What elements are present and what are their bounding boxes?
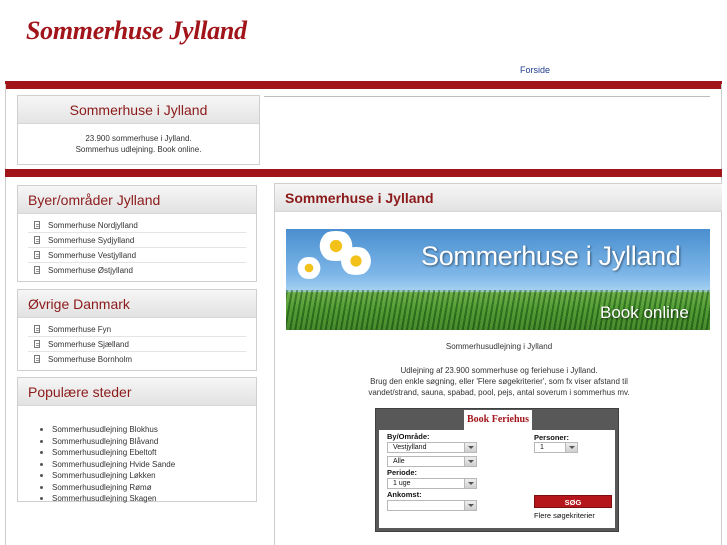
subarea-select-value: Alle: [393, 458, 405, 465]
popular-link[interactable]: Sommerhusudlejning Skagen: [52, 494, 157, 503]
persons-select-value: 1: [540, 444, 544, 451]
sidebar-popular-box: Populære steder Sommerhusudlejning Blokh…: [17, 377, 257, 503]
bullet-icon: [40, 439, 43, 443]
main-content: Sommerhuse i Jylland Sommerhuse i Jyllan…: [274, 183, 722, 545]
caption: Sommerhusudlejning i Jylland: [445, 342, 553, 351]
description-line-3: vandet/strand, sauna, spabad, pool, pejs…: [368, 388, 630, 397]
persons-label: Personer:: [534, 433, 570, 442]
chevron-down-icon: [464, 443, 476, 452]
bullet-icon: [40, 485, 43, 489]
sidebar-denmark-title: Øvrige Danmark: [18, 290, 256, 318]
list-item[interactable]: Sommerhusudlejning Hvide Sande: [40, 459, 246, 471]
sidebar-item-sjaelland[interactable]: Sommerhuse Sjælland: [28, 337, 246, 352]
sidebar-regions-box: Byer/områder Jylland Sommerhuse Nordjyll…: [17, 185, 257, 282]
more-criteria-link[interactable]: Flere søgekriterier: [534, 511, 595, 520]
chevron-down-icon: [464, 479, 476, 488]
intro-box: Sommerhuse i Jylland 23.900 sommerhuse i…: [17, 95, 260, 165]
search-button[interactable]: SØG: [534, 495, 612, 508]
site-header: Sommerhuse Jylland Forside: [0, 0, 727, 80]
list-item[interactable]: Sommerhusudlejning Rømø: [40, 482, 246, 494]
bullet-icon: [40, 451, 43, 454]
sidebar-item-label[interactable]: Sommerhuse Vestjylland: [48, 251, 136, 260]
area-select-value: Vestjylland: [393, 444, 427, 451]
page-title: Sommerhuse i Jylland: [275, 184, 722, 212]
popular-link[interactable]: Sommerhusudlejning Hvide Sande: [52, 460, 175, 469]
intro-text: 23.900 sommerhuse i Jylland. Sommerhus u…: [18, 124, 259, 155]
sidebar-item-nordjylland[interactable]: Sommerhuse Nordjylland: [28, 218, 246, 233]
chevron-down-icon: [565, 443, 577, 452]
area-select[interactable]: Vestjylland: [387, 442, 477, 453]
arrival-label: Ankomst:: [387, 490, 422, 499]
document-icon: [34, 251, 40, 259]
sidebar-item-label[interactable]: Sommerhuse Bornholm: [48, 355, 132, 364]
booking-widget: Book Feriehus By/Område: Vestjylland All…: [375, 408, 619, 532]
subarea-select[interactable]: Alle: [387, 456, 477, 467]
sidebar-item-label[interactable]: Sommerhuse Nordjylland: [48, 221, 138, 230]
sidebar-item-fyn[interactable]: Sommerhuse Fyn: [28, 322, 246, 337]
popular-link[interactable]: Sommerhusudlejning Blåvand: [52, 437, 158, 446]
arrival-select[interactable]: [387, 500, 477, 511]
intro-line-1: 23.900 sommerhuse i Jylland.: [85, 134, 192, 143]
period-select[interactable]: 1 uge: [387, 478, 477, 489]
daisy-graphic: [336, 247, 376, 275]
sidebar-denmark-list: Sommerhuse Fyn Sommerhuse Sjælland Somme…: [18, 318, 256, 373]
description-line-2: Brug den enkle søgning, eller 'Flere søg…: [370, 377, 628, 386]
chevron-down-icon: [464, 501, 476, 510]
banner-subtitle: Book online: [600, 303, 689, 322]
booking-form: By/Område: Vestjylland Alle Periode: 1 u…: [379, 430, 615, 528]
description-line-1: Udlejning af 23.900 sommerhuse og ferieh…: [400, 366, 598, 375]
daisy-graphic: [294, 257, 324, 279]
nav-link-forside[interactable]: Forside: [520, 65, 550, 75]
intro-title: Sommerhuse i Jylland: [18, 96, 259, 124]
sidebar-item-ostjylland[interactable]: Sommerhuse Østjylland: [28, 263, 246, 278]
sidebar-item-label[interactable]: Sommerhuse Fyn: [48, 325, 111, 334]
popular-link[interactable]: Sommerhusudlejning Blokhus: [52, 425, 158, 434]
document-icon: [34, 266, 40, 274]
popular-link[interactable]: Sommerhusudlejning Ebeltoft: [52, 448, 157, 457]
bullet-icon: [40, 474, 43, 477]
area-label: By/Område:: [387, 432, 430, 441]
popular-link[interactable]: Sommerhusudlejning Løkken: [52, 471, 156, 480]
sidebar-item-label[interactable]: Sommerhuse Østjylland: [48, 266, 133, 275]
mid-red-bar: [5, 169, 722, 177]
list-item[interactable]: Sommerhusudlejning Blåvand: [40, 436, 246, 448]
persons-select[interactable]: 1: [534, 442, 578, 453]
document-icon: [34, 236, 40, 244]
booking-title: Book Feriehus: [464, 410, 532, 430]
sidebar-denmark-box: Øvrige Danmark Sommerhuse Fyn Sommerhuse…: [17, 289, 257, 371]
bullet-icon: [40, 462, 43, 466]
list-item[interactable]: Sommerhusudlejning Ebeltoft: [40, 447, 246, 459]
banner-title: Sommerhuse i Jylland: [421, 241, 681, 271]
list-item[interactable]: Sommerhusudlejning Løkken: [40, 470, 246, 482]
sidebar-popular-title: Populære steder: [18, 378, 256, 406]
site-title[interactable]: Sommerhuse Jylland: [26, 16, 247, 46]
sidebar-item-bornholm[interactable]: Sommerhuse Bornholm: [28, 352, 246, 367]
document-icon: [34, 340, 40, 348]
document-icon: [34, 221, 40, 229]
sidebar-item-label[interactable]: Sommerhuse Sjælland: [48, 340, 129, 349]
sidebar-item-vestjylland[interactable]: Sommerhuse Vestjylland: [28, 248, 246, 263]
period-label: Periode:: [387, 468, 418, 477]
intro-line-2: Sommerhus udlejning. Book online.: [75, 145, 202, 154]
top-red-bar: [5, 81, 722, 89]
left-border: [5, 84, 6, 545]
bullet-icon: [40, 497, 43, 500]
document-icon: [34, 355, 40, 363]
document-icon: [34, 325, 40, 333]
chevron-down-icon: [464, 457, 476, 466]
sidebar-regions-title: Byer/områder Jylland: [18, 186, 256, 214]
divider: [264, 96, 710, 97]
period-select-value: 1 uge: [393, 480, 411, 487]
sidebar-item-sydjylland[interactable]: Sommerhuse Sydjylland: [28, 233, 246, 248]
sidebar-regions-list: Sommerhuse Nordjylland Sommerhuse Sydjyl…: [18, 214, 256, 284]
sidebar-item-label[interactable]: Sommerhuse Sydjylland: [48, 236, 134, 245]
popular-link[interactable]: Sommerhusudlejning Rømø: [52, 483, 152, 492]
bullet-icon: [40, 428, 43, 431]
list-item[interactable]: Sommerhusudlejning Blokhus: [40, 424, 246, 436]
list-item[interactable]: Sommerhusudlejning Skagen: [40, 493, 246, 505]
banner-image: Sommerhuse i Jylland Book online: [286, 229, 710, 330]
sidebar-popular-list: Sommerhusudlejning Blokhus Sommerhusudle…: [18, 406, 256, 511]
